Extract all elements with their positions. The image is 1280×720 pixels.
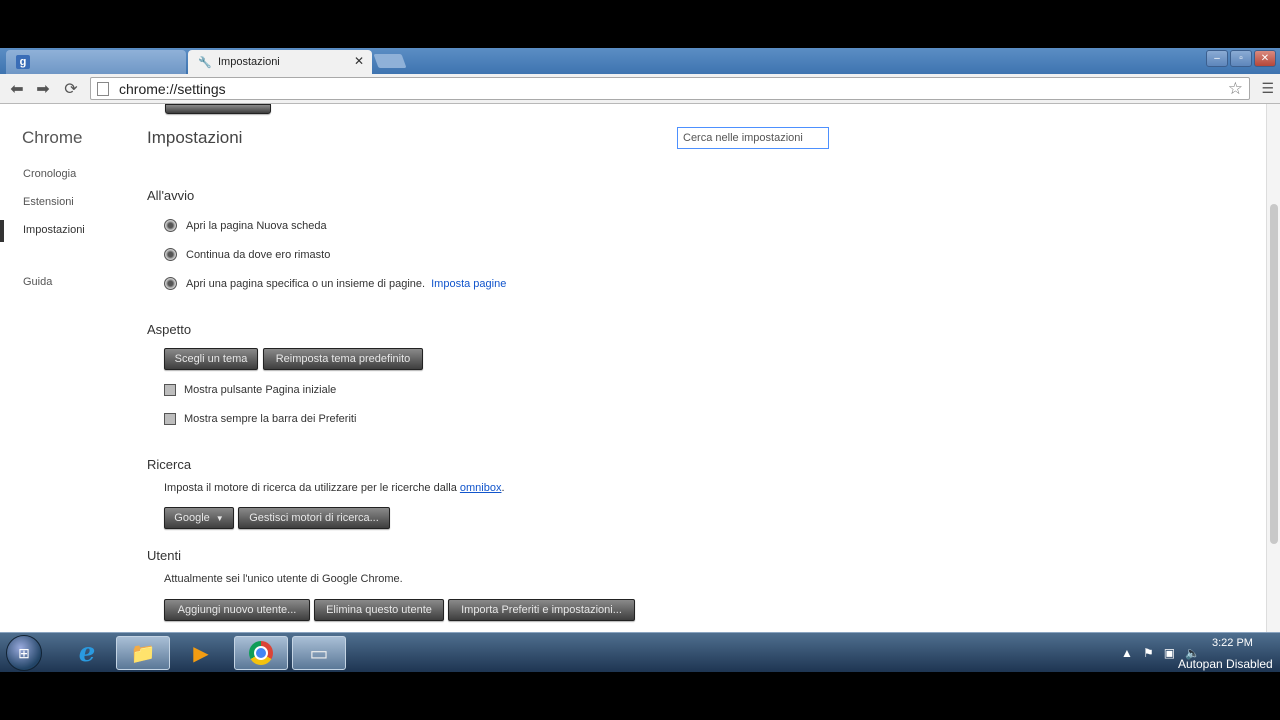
internet-explorer-icon[interactable]: e [60,636,114,670]
scrollbar[interactable] [1266,104,1280,632]
sidebar-active-marker [0,220,4,242]
startup-option-newtab[interactable]: Apri la pagina Nuova scheda [164,219,327,232]
users-title: Utenti [147,548,181,563]
search-title: Ricerca [147,457,192,472]
startup-option-newtab-label: Apri la pagina Nuova scheda [186,219,327,232]
tab-google[interactable]: g [6,50,186,74]
sidebar-title: Chrome [22,128,83,147]
add-user-button[interactable]: Aggiungi nuovo utente... [164,599,310,621]
taskbar: ⊞ e 📁 ▶ ▭ ▲ ⚑ ▣ 🔈 3:22 PM Autopan Disabl… [0,632,1280,672]
maximize-button[interactable]: ▫ [1230,50,1252,67]
startup-option-continue-label: Continua da dove ero rimasto [186,248,331,261]
screen: g 🔧 Impostazioni ✕ – ▫ ✕ ⬅ ➡ ⟳ chrome://… [0,0,1280,720]
sidebar-item-extensions[interactable]: Estensioni [23,196,74,208]
radio-button[interactable] [164,277,177,290]
forward-arrow-icon[interactable]: ➡ [32,80,54,98]
window-controls: – ▫ ✕ [1206,50,1276,67]
omnibox[interactable]: chrome://settings ☆ [90,77,1250,100]
search-description-end: . [501,482,505,494]
sidebar-item-help[interactable]: Guida [23,276,52,288]
startup-option-continue[interactable]: Continua da dove ero rimasto [164,248,330,261]
show-hidden-icons-icon[interactable]: ▲ [1121,646,1133,660]
reload-icon[interactable]: ⟳ [60,80,82,98]
show-bookmarks-checkbox[interactable] [164,413,176,425]
back-arrow-icon[interactable]: ⬅ [6,80,28,98]
show-bookmarks-row[interactable]: Mostra sempre la barra dei Preferiti [164,413,356,425]
import-bookmarks-button[interactable]: Importa Preferiti e impostazioni... [448,599,635,621]
settings-search-input[interactable]: Cerca nelle impostazioni [677,127,829,149]
toolbar: ⬅ ➡ ⟳ chrome://settings ☆ ☰ [0,74,1280,104]
startup-title: All'avvio [147,188,195,203]
manage-search-engines-button[interactable]: Gestisci motori di ricerca... [238,507,390,529]
window-taskbar-icon[interactable]: ▭ [292,636,346,670]
search-description-text: Imposta il motore di ricerca da utilizza… [164,482,457,494]
reset-theme-button[interactable]: Reimposta tema predefinito [263,348,423,370]
scrollbar-thumb[interactable] [1270,204,1278,544]
show-home-label: Mostra pulsante Pagina iniziale [184,384,337,396]
browser-window: g 🔧 Impostazioni ✕ – ▫ ✕ ⬅ ➡ ⟳ chrome://… [0,48,1280,632]
show-home-row[interactable]: Mostra pulsante Pagina iniziale [164,384,336,396]
wrench-menu-icon[interactable]: ☰ [1261,80,1274,97]
network-icon[interactable]: ▣ [1164,646,1175,660]
users-description: Attualmente sei l'unico utente di Google… [164,573,403,585]
autopan-status: Autopan Disabled [1178,657,1273,671]
tab-close-icon[interactable]: ✕ [354,54,364,68]
sidebar-item-settings[interactable]: Impostazioni [23,224,85,236]
radio-button[interactable] [164,248,177,261]
url-text[interactable]: chrome://settings [119,81,226,97]
bookmark-star-icon[interactable]: ☆ [1228,79,1243,99]
close-button[interactable]: ✕ [1254,50,1276,67]
sidebar-item-history[interactable]: Cronologia [23,168,76,180]
page-title: Impostazioni [147,128,243,147]
startup-option-specific-label: Apri una pagina specifica o un insieme d… [186,277,426,290]
google-favicon-icon: g [16,55,30,69]
new-tab-button[interactable] [373,54,407,68]
page-icon [97,81,109,96]
settings-page: Chrome Cronologia Estensioni Impostazion… [0,104,1266,632]
delete-user-button[interactable]: Elimina questo utente [314,599,444,621]
scrolled-button[interactable] [165,104,271,114]
tab-strip: g 🔧 Impostazioni ✕ – ▫ ✕ [0,48,1280,74]
radio-button[interactable] [164,219,177,232]
wrench-favicon-icon: 🔧 [198,56,212,69]
dropdown-arrow-icon: ▼ [215,513,224,523]
choose-theme-button[interactable]: Scegli un tema [164,348,258,370]
tab-settings[interactable]: 🔧 Impostazioni ✕ [188,50,372,74]
search-engine-value: Google [174,512,210,524]
chrome-taskbar-icon[interactable] [234,636,288,670]
set-pages-link[interactable]: Imposta pagine [431,278,506,290]
show-bookmarks-label: Mostra sempre la barra dei Preferiti [184,413,357,425]
clock[interactable]: 3:22 PM [1212,637,1253,649]
tab-settings-label: Impostazioni [218,56,280,68]
omnibox-link[interactable]: omnibox [460,482,502,494]
search-description: Imposta il motore di ricerca da utilizza… [164,482,505,494]
startup-option-specific[interactable]: Apri una pagina specifica o un insieme d… [164,277,506,290]
show-home-checkbox[interactable] [164,384,176,396]
appearance-title: Aspetto [147,322,192,337]
minimize-button[interactable]: – [1206,50,1228,67]
search-engine-dropdown[interactable]: Google ▼ [164,507,234,529]
file-explorer-icon[interactable]: 📁 [116,636,170,670]
media-player-icon[interactable]: ▶ [174,636,228,670]
windows-start-icon[interactable]: ⊞ [6,635,42,671]
chrome-logo-icon [249,641,273,665]
action-center-flag-icon[interactable]: ⚑ [1143,646,1154,660]
